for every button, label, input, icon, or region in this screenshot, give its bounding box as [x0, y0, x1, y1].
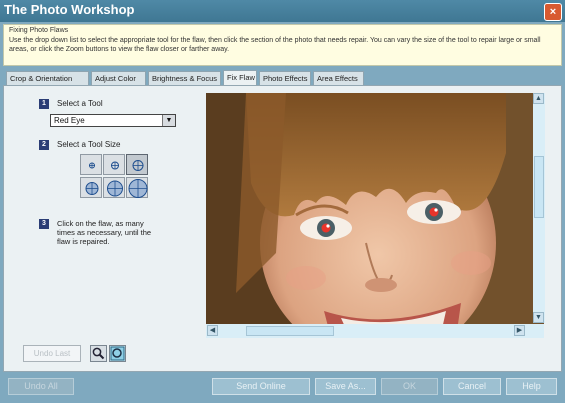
close-button[interactable]: × [544, 3, 562, 21]
crosshair-tiny-icon [89, 162, 95, 169]
zoom-out-icon [92, 347, 105, 360]
window-title: The Photo Workshop [4, 2, 135, 17]
tab-area-effects[interactable]: Area Effects [313, 71, 364, 85]
tab-photo-effects[interactable]: Photo Effects [259, 71, 311, 85]
undo-all-button[interactable]: Undo All [8, 378, 74, 395]
crosshair-medium-icon [132, 160, 144, 171]
help-button[interactable]: Help [506, 378, 557, 395]
scroll-left-icon[interactable]: ◀ [207, 325, 218, 336]
tab-brightness-focus[interactable]: Brightness & Focus [148, 71, 221, 85]
tool-size-1-button[interactable] [80, 154, 102, 175]
crosshair-small-icon [111, 161, 119, 170]
horizontal-scroll-thumb[interactable] [246, 326, 334, 336]
zoom-in-button[interactable] [109, 345, 126, 362]
instruction-text: Use the drop down list to select the app… [9, 37, 541, 53]
instruction-box: Fixing Photo Flaws Use the drop down lis… [3, 24, 562, 66]
step-1-badge: 1 [39, 99, 49, 109]
tab-fix-flaw[interactable]: Fix Flaw [223, 70, 257, 85]
crosshair-large-icon [85, 182, 99, 195]
scroll-right-icon[interactable]: ▶ [514, 325, 525, 336]
tool-size-6-button[interactable] [126, 177, 148, 198]
step-3-badge: 3 [39, 219, 49, 229]
tool-size-4-button[interactable] [80, 177, 102, 198]
photo-workshop-window: The Photo Workshop × Fixing Photo Flaws … [0, 0, 565, 403]
photo-viewer[interactable] [206, 93, 544, 338]
crosshair-xxlarge-icon [128, 179, 148, 198]
tool-select-value: Red Eye [54, 116, 85, 125]
cancel-button[interactable]: Cancel [443, 378, 501, 395]
vertical-scroll-thumb[interactable] [534, 156, 544, 218]
undo-last-button[interactable]: Undo Last [23, 345, 81, 362]
crosshair-xlarge-icon [107, 180, 123, 197]
tool-size-2-button[interactable] [103, 154, 125, 175]
vertical-scrollbar[interactable]: ▲ ▼ [533, 93, 545, 323]
tool-select[interactable]: Red Eye ▼ [50, 114, 176, 127]
step-2-badge: 2 [39, 140, 49, 150]
tool-size-5-button[interactable] [103, 177, 125, 198]
zoom-in-icon [110, 346, 125, 361]
zoom-out-button[interactable] [90, 345, 107, 362]
tab-crop-orientation[interactable]: Crop & Orientation [6, 71, 89, 85]
instruction-heading: Fixing Photo Flaws [9, 27, 69, 34]
step-3-instructions: Click on the flaw, as many times as nece… [57, 219, 152, 246]
title-bar: The Photo Workshop × [0, 0, 565, 22]
scroll-up-icon[interactable]: ▲ [533, 93, 544, 104]
step-1-label: Select a Tool [57, 99, 103, 108]
horizontal-scrollbar[interactable]: ◀ ▶ [206, 324, 544, 338]
dropdown-arrow-icon[interactable]: ▼ [162, 115, 175, 126]
step-2-label: Select a Tool Size [57, 140, 121, 149]
tool-size-3-button[interactable] [126, 154, 148, 175]
save-as-button[interactable]: Save As... [315, 378, 376, 395]
send-online-button[interactable]: Send Online [212, 378, 310, 395]
scroll-down-icon[interactable]: ▼ [533, 312, 544, 323]
ok-button[interactable]: OK [381, 378, 438, 395]
photo-image [206, 93, 544, 338]
tab-adjust-color[interactable]: Adjust Color [91, 71, 146, 85]
